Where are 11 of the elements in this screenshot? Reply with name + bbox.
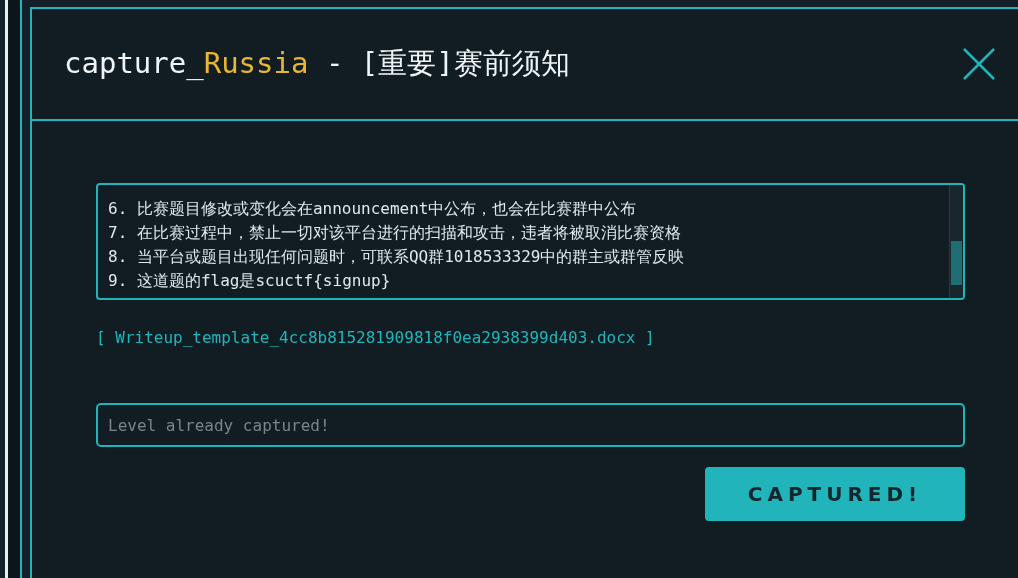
modal-title: capture_Russia - [重要]赛前须知 xyxy=(64,45,570,82)
close-icon[interactable] xyxy=(962,47,996,81)
flag-input[interactable]: Level already captured! xyxy=(96,403,965,447)
description-line: 9. 这道题的flag是scuctf{signup} xyxy=(108,270,392,292)
description-line: 8. 当平台或题目出现任何问题时，可联系QQ群1018533329中的群主或群管反映 xyxy=(108,246,685,268)
description-box[interactable]: 6. 比赛题目修改或变化会在announcement中公布，也会在比赛群中公布 7. 在比赛过程中，禁止一切对该平台进行的扫描和攻击，违者将被取消比赛资格 8. 当平台或题目出现任何问题时，可联系QQ群1018533329中的群主或群管反映 9. 这道题的flag是scuctf{signup} xyxy=(96,183,965,300)
submit-button[interactable]: CAPTURED! xyxy=(705,467,965,521)
scrollbar[interactable] xyxy=(949,185,963,298)
description-line: 7. 在比赛过程中，禁止一切对该平台进行的扫描和攻击，违者将被取消比赛资格 xyxy=(108,222,682,244)
attachment-link[interactable]: [ Writeup_template_4cc8b815281909818f0ea2938399d403.docx ] xyxy=(96,328,655,347)
description-line: 6. 比赛题目修改或变化会在announcement中公布，也会在比赛群中公布 xyxy=(108,198,638,220)
